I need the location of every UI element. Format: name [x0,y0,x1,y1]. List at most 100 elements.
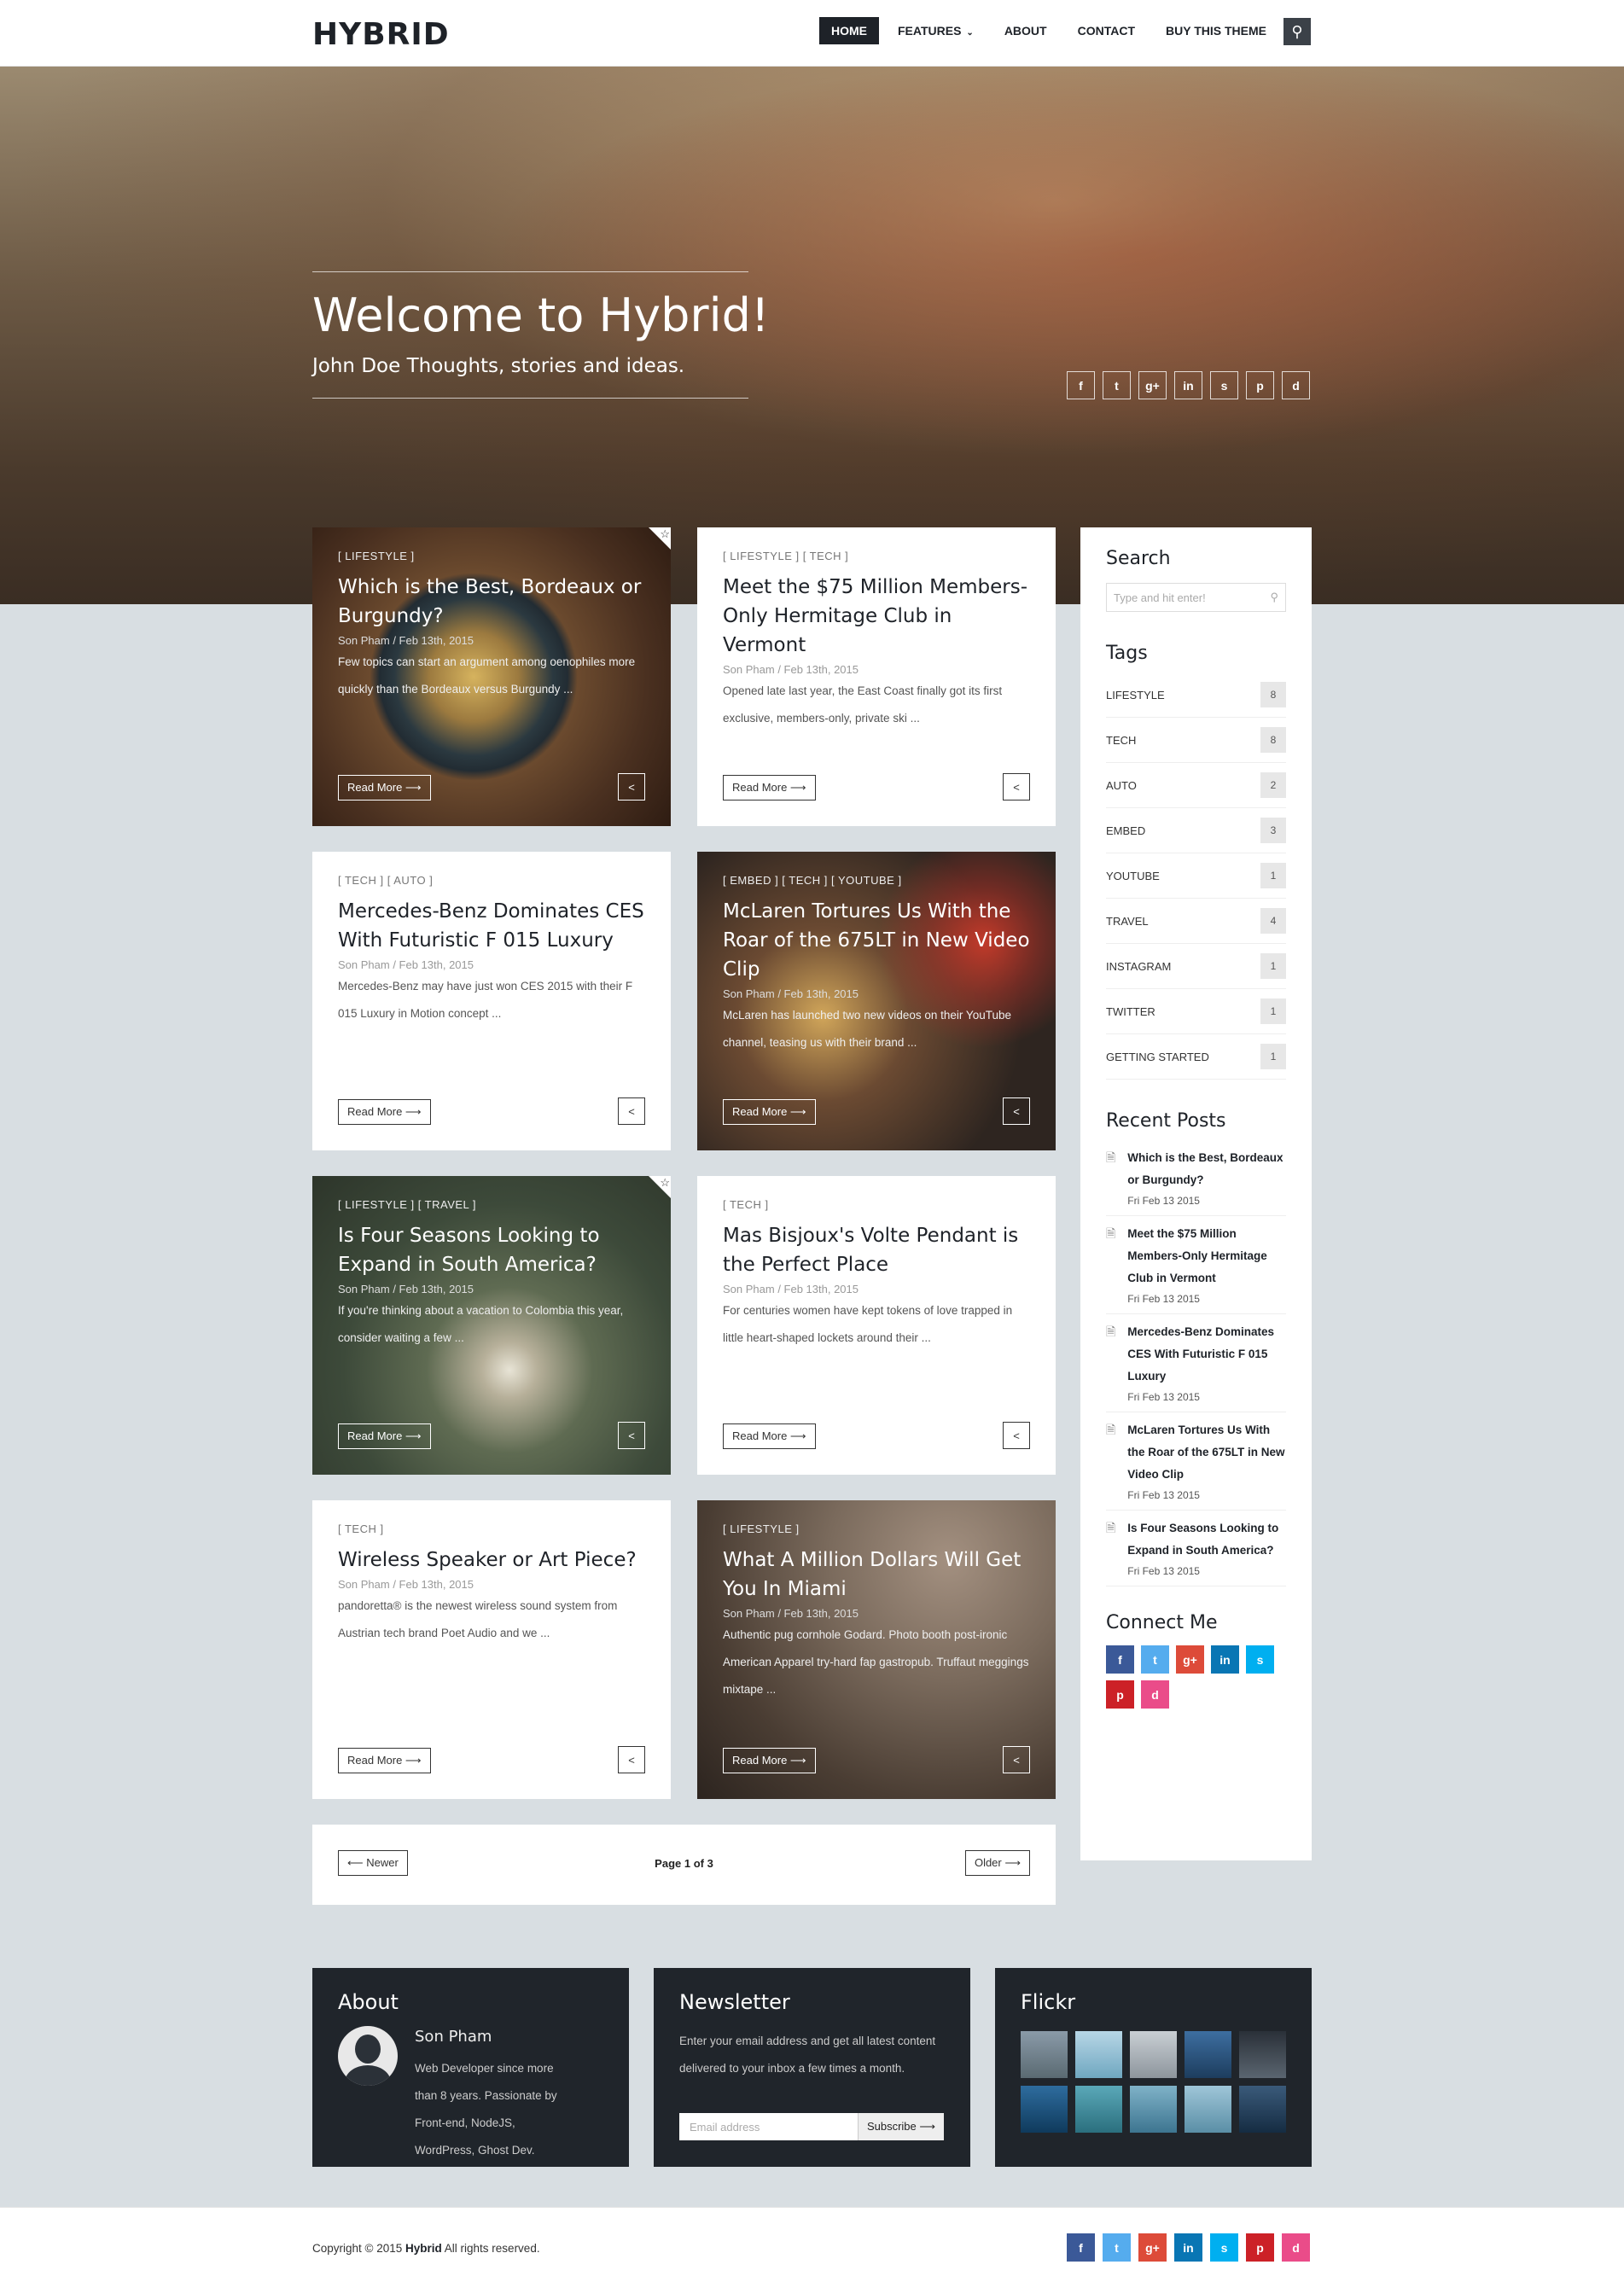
share-icon[interactable]: < [1003,773,1030,801]
read-more-button[interactable]: Read More ⟶ [723,1423,816,1449]
read-more-button[interactable]: Read More ⟶ [338,1748,431,1773]
post-title[interactable]: What A Million Dollars Will Get You In M… [723,1546,1030,1604]
tag-item[interactable]: LIFESTYLE 8 [1106,672,1286,718]
flickr-title: Flickr [1021,1990,1076,2014]
share-icon[interactable]: < [618,773,645,801]
post-tags[interactable]: [ TECH ] [723,1198,1030,1211]
post-title[interactable]: Mercedes-Benz Dominates CES With Futuris… [338,897,645,955]
tag-item[interactable]: AUTO 2 [1106,763,1286,808]
read-more-button[interactable]: Read More ⟶ [723,1099,816,1125]
share-icon[interactable]: < [1003,1422,1030,1449]
tag-item[interactable]: TWITTER 1 [1106,989,1286,1034]
read-more-button[interactable]: Read More ⟶ [723,775,816,801]
flickr-grid [1021,2031,1286,2133]
flickr-photo[interactable] [1075,2031,1122,2078]
tag-item[interactable]: GETTING STARTED 1 [1106,1034,1286,1080]
tag-item[interactable]: YOUTUBE 1 [1106,853,1286,899]
google-plus-icon[interactable]: g+ [1176,1645,1204,1674]
share-icon[interactable]: < [1003,1746,1030,1773]
skype-icon[interactable]: s [1246,1645,1274,1674]
post-tags[interactable]: [ LIFESTYLE ] [ TRAVEL ] [338,1198,645,1211]
recent-post-item: 🗎 Which is the Best, Bordeaux or Burgund… [1106,1140,1286,1216]
post-title[interactable]: Is Four Seasons Looking to Expand in Sou… [338,1221,645,1279]
share-icon[interactable]: < [618,1422,645,1449]
linkedin-icon[interactable]: in [1174,2233,1202,2262]
read-more-button[interactable]: Read More ⟶ [338,775,431,801]
email-field[interactable]: Email address [679,2113,858,2140]
flickr-photo[interactable] [1185,2086,1231,2133]
search-icon[interactable]: ⚲ [1283,18,1311,45]
recent-post-title[interactable]: Which is the Best, Bordeaux or Burgundy? [1127,1147,1286,1191]
facebook-icon[interactable]: f [1067,371,1095,399]
post-tags[interactable]: [ LIFESTYLE ] [ TECH ] [723,550,1030,562]
copyright-brand[interactable]: Hybrid [405,2242,442,2255]
tag-count: 1 [1260,1044,1286,1069]
post-tags[interactable]: [ TECH ] [ AUTO ] [338,874,645,887]
share-icon[interactable]: < [618,1097,645,1125]
facebook-icon[interactable]: f [1067,2233,1095,2262]
recent-post-title[interactable]: Mercedes-Benz Dominates CES With Futuris… [1127,1321,1286,1388]
flickr-photo[interactable] [1130,2086,1177,2133]
linkedin-icon[interactable]: in [1211,1645,1239,1674]
linkedin-icon[interactable]: in [1174,371,1202,399]
tag-item[interactable]: INSTAGRAM 1 [1106,944,1286,989]
flickr-photo[interactable] [1075,2086,1122,2133]
nav-features[interactable]: FEATURES ⌄ [886,17,986,44]
dribbble-icon[interactable]: d [1141,1680,1169,1709]
site-logo[interactable]: HYBRID [312,17,450,52]
recent-post-title[interactable]: Is Four Seasons Looking to Expand in Sou… [1127,1517,1286,1562]
pinterest-icon[interactable]: p [1106,1680,1134,1709]
tags-list: LIFESTYLE 8 TECH 8 AUTO 2 EMBED 3 YOUTUBE 1 T… [1106,672,1286,1080]
facebook-icon[interactable]: f [1106,1645,1134,1674]
post-title[interactable]: Mas Bisjoux's Volte Pendant is the Perfe… [723,1221,1030,1279]
nav-about[interactable]: ABOUT [992,17,1059,44]
recent-post-title[interactable]: McLaren Tortures Us With the Roar of the… [1127,1419,1286,1486]
document-icon: 🗎 [1106,1226,1116,1240]
tag-count: 8 [1260,682,1286,707]
share-icon[interactable]: < [618,1746,645,1773]
dribbble-icon[interactable]: d [1282,2233,1310,2262]
read-more-button[interactable]: Read More ⟶ [338,1423,431,1449]
nav-contact[interactable]: CONTACT [1066,17,1147,44]
recent-post-item: 🗎 Meet the $75 Million Members-Only Herm… [1106,1216,1286,1314]
read-more-button[interactable]: Read More ⟶ [338,1099,431,1125]
pinterest-icon[interactable]: p [1246,2233,1274,2262]
flickr-photo[interactable] [1021,2086,1068,2133]
older-button[interactable]: Older ⟶ [964,1850,1030,1876]
twitter-icon[interactable]: t [1103,2233,1131,2262]
subscribe-button[interactable]: Subscribe ⟶ [857,2113,944,2140]
post-title[interactable]: Which is the Best, Bordeaux or Burgundy? [338,573,645,631]
flickr-photo[interactable] [1130,2031,1177,2078]
flickr-photo[interactable] [1021,2031,1068,2078]
newsletter-widget: Newsletter Enter your email address and … [654,1968,970,2167]
dribbble-icon[interactable]: d [1282,371,1310,399]
google-plus-icon[interactable]: g+ [1138,371,1167,399]
recent-post-title[interactable]: Meet the $75 Million Members-Only Hermit… [1127,1223,1286,1290]
flickr-photo[interactable] [1239,2031,1286,2078]
skype-icon[interactable]: s [1210,2233,1238,2262]
post-tags[interactable]: [ LIFESTYLE ] [338,550,645,562]
post-tags[interactable]: [ EMBED ] [ TECH ] [ YOUTUBE ] [723,874,1030,887]
tag-item[interactable]: TRAVEL 4 [1106,899,1286,944]
post-title[interactable]: Meet the $75 Million Members-Only Hermit… [723,573,1030,660]
read-more-button[interactable]: Read More ⟶ [723,1748,816,1773]
pinterest-icon[interactable]: p [1246,371,1274,399]
google-plus-icon[interactable]: g+ [1138,2233,1167,2262]
skype-icon[interactable]: s [1210,371,1238,399]
flickr-photo[interactable] [1185,2031,1231,2078]
flickr-photo[interactable] [1239,2086,1286,2133]
tag-item[interactable]: EMBED 3 [1106,808,1286,853]
tag-count: 1 [1260,998,1286,1024]
twitter-icon[interactable]: t [1141,1645,1169,1674]
nav-home[interactable]: HOME [819,17,879,44]
post-tags[interactable]: [ TECH ] [338,1522,645,1535]
post-title[interactable]: McLaren Tortures Us With the Roar of the… [723,897,1030,984]
twitter-icon[interactable]: t [1103,371,1131,399]
tag-item[interactable]: TECH 8 [1106,718,1286,763]
post-tags[interactable]: [ LIFESTYLE ] [723,1522,1030,1535]
nav-buy-theme[interactable]: BUY THIS THEME [1154,17,1278,44]
page-indicator: Page 1 of 3 [655,1857,713,1870]
sidebar-search-input[interactable]: Type and hit enter! ⚲ [1106,583,1286,612]
post-title[interactable]: Wireless Speaker or Art Piece? [338,1546,645,1575]
share-icon[interactable]: < [1003,1097,1030,1125]
